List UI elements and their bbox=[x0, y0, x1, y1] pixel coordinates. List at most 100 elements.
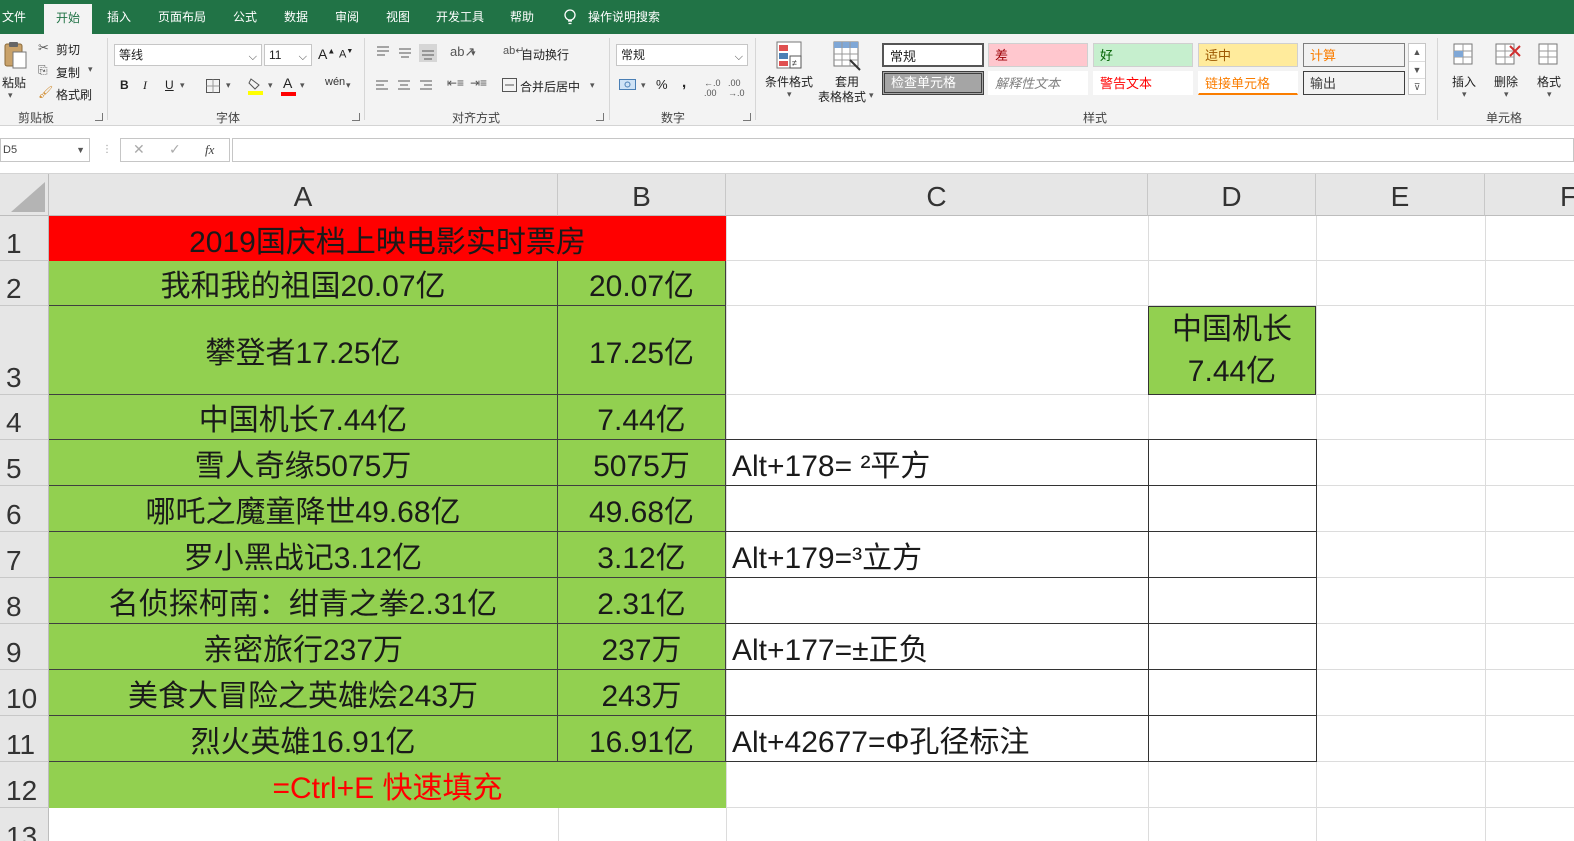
tell-me-search[interactable]: 操作说明搜索 bbox=[588, 0, 660, 34]
table-cell-b10[interactable]: 243万 bbox=[558, 670, 726, 716]
tab-home[interactable]: 开始 bbox=[44, 4, 93, 34]
merge-dropdown-icon[interactable]: ▾ bbox=[590, 80, 595, 91]
style-normal[interactable]: 常规 bbox=[882, 43, 984, 67]
title-cell[interactable]: 2019国庆档上映电影实时票房 bbox=[49, 216, 726, 261]
cell-c7[interactable]: Alt+179=³立方 bbox=[726, 532, 1148, 578]
increase-decimal-icon[interactable]: ←.0.00 bbox=[704, 78, 721, 98]
column-header-a[interactable]: A bbox=[49, 174, 558, 216]
select-all-button[interactable] bbox=[0, 174, 49, 216]
style-explanatory[interactable]: 解释性文本 bbox=[988, 71, 1088, 95]
format-painter-button[interactable]: 格式刷 bbox=[56, 86, 92, 103]
table-cell-a7[interactable]: 罗小黑战记3.12亿 bbox=[49, 532, 558, 578]
tab-formulas[interactable]: 公式 bbox=[233, 0, 257, 34]
row-header-7[interactable]: 7 bbox=[0, 532, 49, 578]
table-cell-a4[interactable]: 中国机长7.44亿 bbox=[49, 395, 558, 440]
tab-developer[interactable]: 开发工具 bbox=[436, 0, 484, 34]
font-size-combo[interactable]: 11 ⌵ bbox=[264, 44, 312, 66]
table-cell-a10[interactable]: 美食大冒险之英雄烩243万 bbox=[49, 670, 558, 716]
style-warning[interactable]: 警告文本 bbox=[1093, 71, 1193, 95]
name-box[interactable]: D5 ▼ bbox=[0, 138, 90, 162]
copy-button[interactable]: 复制 bbox=[56, 64, 80, 81]
tab-view[interactable]: 视图 bbox=[386, 0, 410, 34]
row-header-6[interactable]: 6 bbox=[0, 486, 49, 532]
merge-center-button[interactable]: 合并后居中 bbox=[520, 78, 580, 95]
format-dropdown-icon[interactable]: ▾ bbox=[1547, 89, 1552, 100]
name-box-dropdown-icon[interactable]: ▼ bbox=[76, 139, 85, 161]
row-header-12[interactable]: 12 bbox=[0, 762, 49, 808]
cut-button[interactable]: 剪切 bbox=[56, 41, 80, 58]
percent-button[interactable]: % bbox=[656, 77, 668, 92]
row-header-5[interactable]: 5 bbox=[0, 440, 49, 486]
style-good[interactable]: 好 bbox=[1093, 43, 1193, 67]
delete-cells-button[interactable]: 删除 bbox=[1494, 73, 1518, 90]
tab-page-layout[interactable]: 页面布局 bbox=[158, 0, 206, 34]
table-cell-a2[interactable]: 我和我的祖国20.07亿 bbox=[49, 261, 558, 306]
wrap-text-button[interactable]: 自动换行 bbox=[521, 46, 569, 63]
borders-icon[interactable] bbox=[205, 78, 221, 94]
column-header-d[interactable]: D bbox=[1148, 174, 1316, 216]
format-cells-button[interactable]: 格式 bbox=[1537, 73, 1561, 90]
table-cell-b2[interactable]: 20.07亿 bbox=[558, 261, 726, 306]
table-cell-a11[interactable]: 烈火英雄16.91亿 bbox=[49, 716, 558, 762]
formula-input[interactable] bbox=[232, 138, 1574, 162]
clipboard-launcher-icon[interactable] bbox=[95, 113, 103, 121]
insert-function-icon[interactable]: fx bbox=[205, 142, 214, 158]
wrapped-cell-d3[interactable]: 中国机长 7.44亿 bbox=[1148, 306, 1316, 395]
table-cell-b9[interactable]: 237万 bbox=[558, 624, 726, 670]
column-header-b[interactable]: B bbox=[558, 174, 726, 216]
table-cell-b8[interactable]: 2.31亿 bbox=[558, 578, 726, 624]
footer-cell[interactable]: =Ctrl+E 快速填充 bbox=[49, 762, 726, 808]
table-cell-a8[interactable]: 名侦探柯南：绀青之拳2.31亿 bbox=[49, 578, 558, 624]
paste-dropdown-icon[interactable]: ▾ bbox=[8, 90, 13, 101]
style-linked-cell[interactable]: 链接单元格 bbox=[1198, 71, 1298, 95]
delete-dropdown-icon[interactable]: ▾ bbox=[1504, 89, 1509, 100]
style-bad[interactable]: 差 bbox=[988, 43, 1088, 67]
table-cell-a9[interactable]: 亲密旅行237万 bbox=[49, 624, 558, 670]
underline-dropdown-icon[interactable]: ▾ bbox=[180, 80, 185, 91]
table-cell-a6[interactable]: 哪吒之魔童降世49.68亿 bbox=[49, 486, 558, 532]
decrease-decimal-icon[interactable]: .00 →.0 bbox=[728, 78, 745, 98]
conditional-formatting-button[interactable]: 条件格式 bbox=[765, 73, 813, 90]
row-header-2[interactable]: 2 bbox=[0, 261, 49, 306]
fill-color-dropdown-icon[interactable]: ▾ bbox=[268, 80, 273, 91]
currency-dropdown-icon[interactable]: ▾ bbox=[641, 80, 646, 91]
grow-font-button[interactable]: A▲ bbox=[318, 46, 335, 62]
table-cell-b11[interactable]: 16.91亿 bbox=[558, 716, 726, 762]
shrink-font-button[interactable]: A▼ bbox=[339, 48, 353, 61]
cell-c5[interactable]: Alt+178= ²平方 bbox=[726, 440, 1148, 486]
row-header-4[interactable]: 4 bbox=[0, 395, 49, 440]
style-calculation[interactable]: 计算 bbox=[1303, 43, 1405, 67]
column-header-f[interactable]: F bbox=[1485, 174, 1574, 216]
cancel-icon[interactable]: ✕ bbox=[133, 141, 145, 158]
table-cell-a5[interactable]: 雪人奇缘5075万 bbox=[49, 440, 558, 486]
table-format-dropdown-icon[interactable]: ▾ bbox=[869, 90, 874, 101]
bold-button[interactable]: B bbox=[120, 78, 129, 92]
insert-dropdown-icon[interactable]: ▾ bbox=[1462, 89, 1467, 100]
copy-dropdown-icon[interactable]: ▾ bbox=[88, 64, 93, 75]
row-header-13[interactable]: 13 bbox=[0, 808, 49, 841]
phonetic-icon[interactable]: wén bbox=[325, 76, 345, 88]
currency-icon[interactable] bbox=[619, 78, 637, 92]
column-header-e[interactable]: E bbox=[1316, 174, 1485, 216]
tab-insert[interactable]: 插入 bbox=[107, 0, 131, 34]
font-color-icon[interactable]: A bbox=[283, 75, 292, 91]
number-format-combo[interactable]: 常规 ⌵ bbox=[616, 44, 748, 66]
cell-c11[interactable]: Alt+42677=Φ孔径标注 bbox=[726, 716, 1148, 762]
gallery-up-icon[interactable]: ▲ bbox=[1409, 44, 1425, 61]
font-launcher-icon[interactable] bbox=[352, 113, 360, 121]
horizontal-align-icons[interactable] bbox=[375, 78, 437, 94]
vertical-align-icons[interactable] bbox=[375, 44, 445, 62]
fill-color-icon[interactable] bbox=[247, 76, 265, 96]
phonetic-dropdown-icon[interactable]: ▾ bbox=[346, 80, 351, 91]
font-color-dropdown-icon[interactable]: ▾ bbox=[300, 80, 305, 91]
increase-indent-icon[interactable]: ⇥≡ bbox=[470, 76, 487, 90]
borders-dropdown-icon[interactable]: ▾ bbox=[226, 80, 231, 91]
insert-cells-button[interactable]: 插入 bbox=[1452, 73, 1476, 90]
paste-button[interactable]: 粘贴 bbox=[2, 74, 26, 91]
table-cell-b7[interactable]: 3.12亿 bbox=[558, 532, 726, 578]
comma-button[interactable]: , bbox=[682, 74, 686, 91]
orientation-dropdown-icon[interactable]: ▾ bbox=[471, 48, 476, 59]
conditional-dropdown-icon[interactable]: ▾ bbox=[787, 89, 792, 100]
format-as-table-line2[interactable]: 表格格式 bbox=[818, 88, 866, 105]
gallery-more-icon[interactable]: ⊽ bbox=[1409, 78, 1425, 94]
